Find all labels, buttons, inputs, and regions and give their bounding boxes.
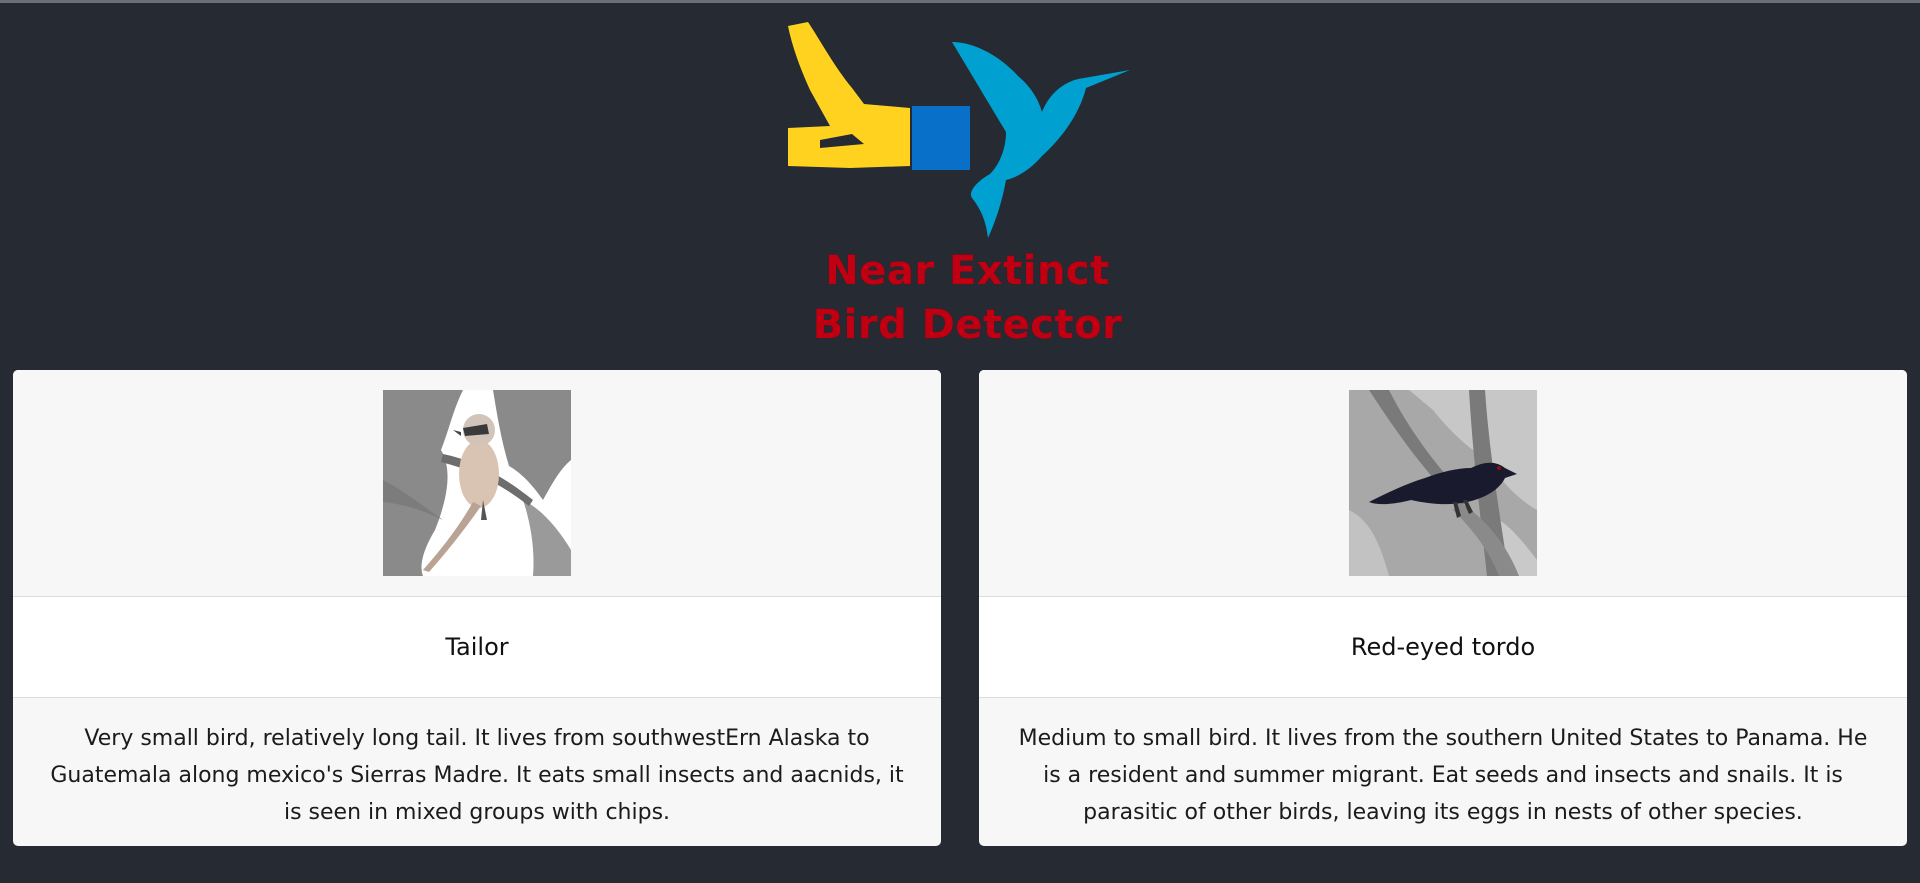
bird-card-name: Tailor [13,597,941,698]
bird-card-description: Very small bird, relatively long tail. I… [50,726,904,825]
bird-card: Tailor Very small bird, relatively long … [13,370,941,846]
red-eyed-tordo-photo [1349,390,1537,576]
bird-card-description: Medium to small bird. It lives from the … [1018,726,1868,825]
bird-card-name: Red-eyed tordo [979,597,1907,698]
app-title-line-1: Near Extinct [825,248,1110,294]
bird-detector-logo-icon [788,22,1130,238]
bird-card: Red-eyed tordo Medium to small bird. It … [979,370,1907,846]
app-title: Near Extinct Bird Detector [760,244,1175,352]
page-header: Near Extinct Bird Detector [0,0,1920,360]
tailor-bird-photo [383,390,571,576]
bird-card-image-area [13,370,941,597]
bird-card-image-area [979,370,1907,597]
app-title-line-2: Bird Detector [812,302,1123,348]
